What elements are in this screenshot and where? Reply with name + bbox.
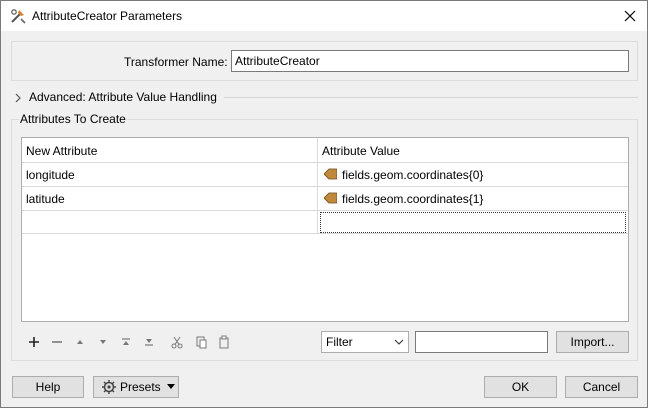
attributes-group-label: Attributes To Create <box>19 112 127 126</box>
filter-text-input[interactable] <box>415 331 548 353</box>
window-title: AttributeCreator Parameters <box>32 9 183 23</box>
move-down-icon[interactable] <box>94 333 112 351</box>
chevron-right-icon[interactable] <box>13 91 23 105</box>
fme-transformer-icon <box>11 9 26 24</box>
new-attribute-cell[interactable] <box>22 211 318 234</box>
paste-icon[interactable] <box>215 333 233 351</box>
presets-label: Presets <box>120 380 161 394</box>
advanced-section-toggle[interactable]: Advanced: Attribute Value Handling <box>11 89 638 107</box>
table-row[interactable]: latitude fields.geom.coordinates{1} <box>22 186 628 210</box>
help-button[interactable]: Help <box>12 376 84 398</box>
new-attribute-cell[interactable]: latitude <box>22 187 318 210</box>
attribute-value-edit-cell[interactable] <box>320 212 626 233</box>
filter-dropdown[interactable]: Filter <box>321 331 409 353</box>
attribute-value-icon <box>324 192 337 204</box>
table-row[interactable] <box>22 210 628 234</box>
chevron-down-icon <box>394 339 404 345</box>
gear-icon <box>102 380 116 394</box>
attribute-value-text: fields.geom.coordinates{1} <box>342 192 484 206</box>
cut-icon[interactable] <box>168 333 186 351</box>
attribute-value-cell[interactable]: fields.geom.coordinates{1} <box>318 187 628 210</box>
section-divider <box>224 97 638 98</box>
ok-button[interactable]: OK <box>484 376 557 398</box>
table-row[interactable]: longitude fields.geom.coordinates{0} <box>22 162 628 186</box>
title-bar[interactable]: AttributeCreator Parameters <box>1 1 647 31</box>
import-button[interactable]: Import... <box>556 331 629 353</box>
attribute-creator-dialog: AttributeCreator Parameters Transformer … <box>0 0 648 408</box>
move-bottom-icon[interactable] <box>140 333 158 351</box>
column-header-new-attribute[interactable]: New Attribute <box>22 138 318 162</box>
transformer-name-panel: Transformer Name: <box>11 41 638 81</box>
move-up-icon[interactable] <box>71 333 89 351</box>
new-attribute-cell[interactable]: longitude <box>22 163 318 186</box>
column-header-attribute-value[interactable]: Attribute Value <box>318 138 628 162</box>
advanced-section-label[interactable]: Advanced: Attribute Value Handling <box>29 90 217 104</box>
add-icon[interactable] <box>25 333 43 351</box>
move-top-icon[interactable] <box>117 333 135 351</box>
attribute-value-icon <box>324 168 337 180</box>
attribute-value-text: fields.geom.coordinates{0} <box>342 168 484 182</box>
close-icon[interactable] <box>619 5 641 27</box>
copy-icon[interactable] <box>192 333 210 351</box>
caret-down-icon <box>167 384 175 389</box>
attribute-value-cell[interactable]: fields.geom.coordinates{0} <box>318 163 628 186</box>
remove-icon[interactable] <box>48 333 66 351</box>
transformer-name-input[interactable] <box>231 50 629 72</box>
transformer-name-label: Transformer Name: <box>124 55 228 69</box>
attributes-table[interactable]: New Attribute Attribute Value longitude … <box>21 137 629 322</box>
cancel-button[interactable]: Cancel <box>565 376 638 398</box>
presets-button[interactable]: Presets <box>93 376 179 398</box>
filter-selected-value: Filter <box>326 335 353 349</box>
